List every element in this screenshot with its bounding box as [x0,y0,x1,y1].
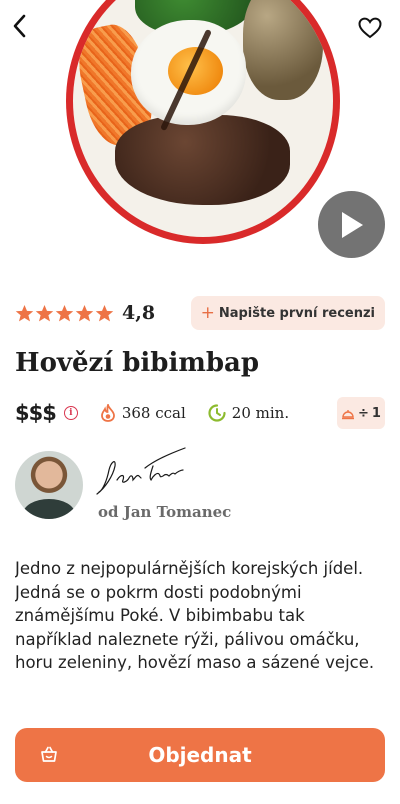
recipe-title: Hovězí bibimbap [15,348,260,378]
clock-icon [208,404,226,422]
chevron-left-icon [13,14,26,38]
rating-row: 4,8 + Napište první recenzi [15,296,385,330]
prep-time-value: 20 min. [231,404,290,422]
servings-value: 1 [371,405,381,421]
play-video-button[interactable] [318,191,385,258]
star-rating [15,304,114,323]
plus-icon: + [200,303,215,323]
flame-icon [100,404,115,422]
author-signature [96,447,186,495]
price-level: $$$ [15,401,57,425]
author-avatar[interactable] [15,451,83,519]
write-review-button[interactable]: + Napište první recenzi [190,296,385,330]
servings-arrows-icon: ÷ [358,405,369,421]
play-icon [341,211,363,238]
rating-value: 4,8 [122,302,156,324]
order-button-label: Objednat [148,743,252,767]
recipe-info-row: $$$ i 368 ccal 20 min. ÷ 1 [15,397,385,429]
star-icon [35,304,54,321]
basket-icon [41,746,57,762]
info-icon[interactable]: i [63,406,78,420]
write-review-label: Napište první recenzi [218,305,375,321]
dish-cover-icon [342,409,355,419]
back-button[interactable] [6,10,34,42]
heart-outline-icon [358,17,382,39]
calories-value: 368 ccal [121,404,186,422]
star-icon [95,304,114,321]
author-name: od Jan Tomanec [98,503,232,521]
star-icon [55,304,74,321]
star-icon [75,304,94,321]
star-icon [15,304,34,321]
bibimbap-plate-image [66,0,340,244]
prep-time: 20 min. [208,404,289,422]
description-fade [0,666,400,700]
favorite-button[interactable] [356,14,384,42]
servings-stepper[interactable]: ÷ 1 [337,397,385,429]
calories: 368 ccal [100,404,186,422]
order-button[interactable]: Objednat [15,728,385,782]
